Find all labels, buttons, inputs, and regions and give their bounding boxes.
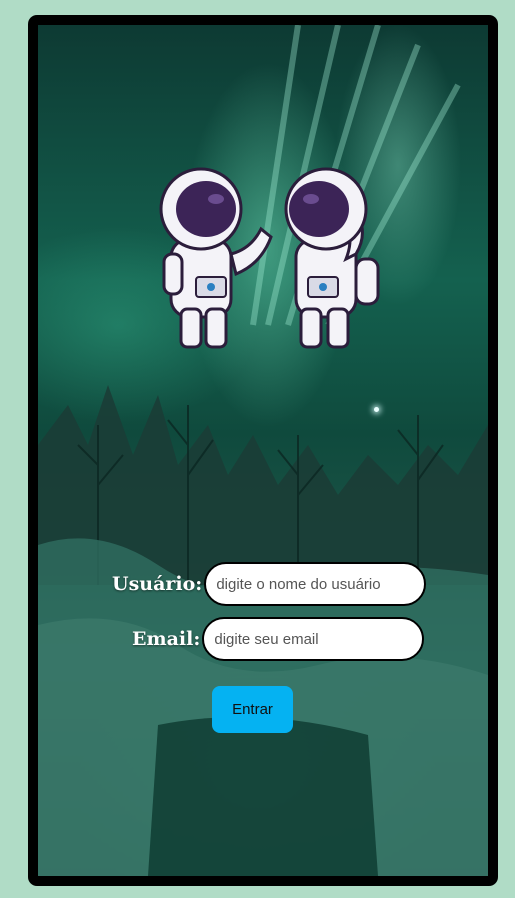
app-frame: Usuário: Email: Entrar [28,15,498,886]
submit-button[interactable]: Entrar [212,686,293,733]
email-row: Email: [132,617,425,661]
username-input[interactable] [204,562,427,606]
email-input[interactable] [202,617,425,661]
username-row: Usuário: [112,562,427,606]
email-label: Email: [132,628,201,650]
username-label: Usuário: [112,573,203,595]
login-form: Usuário: Email: Entrar [38,25,488,876]
background-scene: Usuário: Email: Entrar [38,25,488,876]
